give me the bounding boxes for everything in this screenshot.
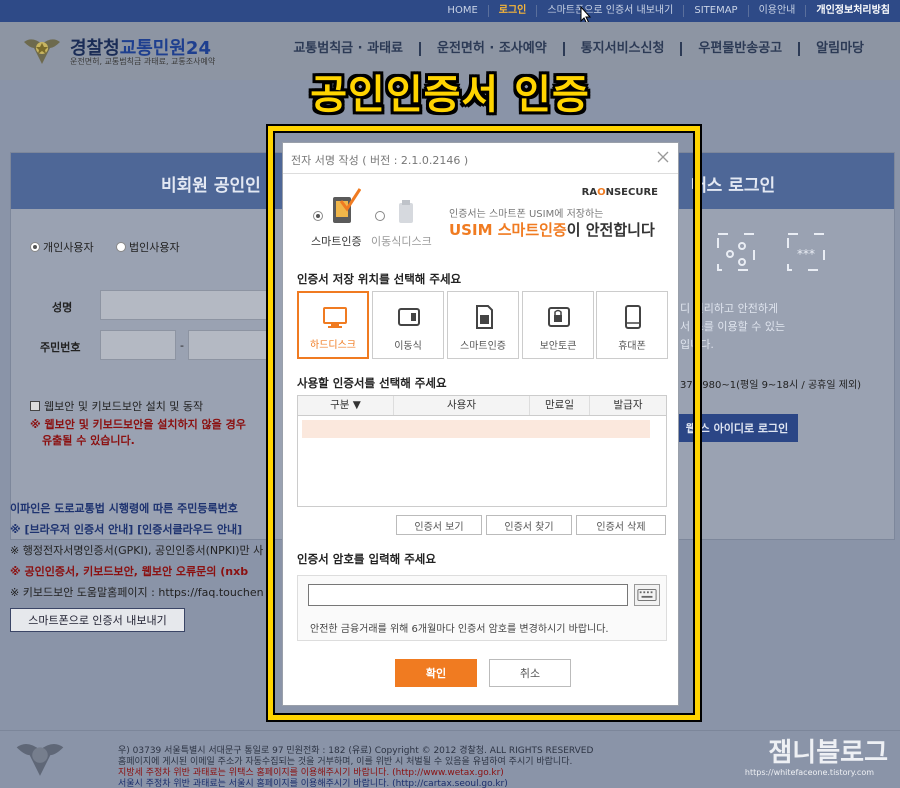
menu-license[interactable]: 운전면허 · 조사예약 [421, 42, 565, 56]
brand-part-b: NSECURE [605, 187, 658, 198]
col-issuer: 발급자 [613, 399, 643, 411]
cert-table-header: 구분 ▼ 사용자 만료일 발급자 [298, 396, 666, 416]
monitor-icon [323, 307, 347, 328]
top-link-guide[interactable]: 이용안내 [749, 5, 807, 17]
section-select-title: 사용할 인증서를 선택해 주세요 [297, 376, 447, 390]
top-link-login[interactable]: 로그인 [489, 5, 538, 17]
share-icon [717, 233, 755, 271]
top-link-home[interactable]: HOME [437, 5, 489, 17]
radio-smart-auth[interactable] [313, 211, 323, 221]
section-password-title: 인증서 암호를 입력해 주세요 [297, 552, 436, 566]
delete-cert-button[interactable]: 인증서 삭제 [576, 515, 666, 535]
export-to-phone-button[interactable]: 스마트폰으로 인증서 내보내기 [10, 608, 185, 632]
location-smart-auth-label: 스마트인증 [460, 341, 506, 352]
site-footer: 우) 03739 서울특별시 서대문구 통일로 97 민원전화 : 182 (유… [0, 730, 900, 788]
col-user: 사용자 [394, 396, 530, 415]
panel-title-right: 대스 로그인 [691, 176, 776, 196]
right-phone: 37 0980~1(평일 9~18시 / 공휴일 제외) [680, 380, 862, 391]
location-removable[interactable]: 이동식 [372, 291, 444, 359]
location-security-token-label: 보안토큰 [539, 341, 577, 352]
lock-token-icon [548, 307, 570, 327]
radio-removable-disk[interactable] [375, 211, 385, 221]
cert-table: 구분 ▼ 사용자 만료일 발급자 [297, 395, 667, 507]
menu-fines[interactable]: 교통범칙금 · 과태료 [277, 42, 422, 56]
cancel-button[interactable]: 취소 [489, 659, 571, 687]
footer-emblem-icon [16, 744, 64, 776]
cert-sign-dialog: 전자 서명 작성 ( 버전 : 2.1.0.2146 ) 스마트인증 이동식디스… [282, 142, 679, 706]
section-location-title: 인증서 저장 위치를 선택해 주세요 [297, 272, 462, 286]
mobile-phone-icon [625, 305, 641, 329]
raonsecure-logo: RAONSECURE [582, 187, 658, 198]
name-label: 성명 [52, 301, 73, 314]
top-utility-bar: HOME 로그인 스마트폰으로 인증서 내보내기 SITEMAP 이용안내 개인… [0, 0, 900, 22]
close-icon[interactable] [656, 150, 670, 164]
overlay-caption: 공인인증서 인증 [310, 72, 590, 118]
smart-auth-icon [333, 188, 361, 223]
location-smart-auth[interactable]: 스마트인증 [447, 291, 519, 359]
blog-watermark: 잼니블로그 [768, 738, 888, 768]
usb-icon [398, 308, 420, 326]
ad-line-2: USIM 스마트인증이 안전합니다 [449, 219, 655, 240]
ad-safe-text: 이 안전합니다 [566, 221, 655, 239]
rrn-label: 주민번호 [40, 341, 81, 354]
name-input[interactable] [100, 290, 270, 320]
ad-line-1: 인증서는 스마트폰 USIM에 저장하는 [449, 209, 604, 220]
footer-seoul-notice: 서울시 주정차 위반 과태료는 서울시 홈페이지를 이용해주시기 바랍니다. (… [118, 779, 508, 788]
option-removable-label[interactable]: 이동식디스크 [371, 233, 432, 249]
sim-card-icon [476, 305, 493, 329]
warning-line-1: ※ 웹보안 및 키보드보안을 설치하지 않을 경우 [30, 418, 246, 431]
dialog-title-divider [283, 173, 678, 174]
virtual-keyboard-icon[interactable] [634, 584, 660, 606]
top-links: HOME 로그인 스마트폰으로 인증서 내보내기 SITEMAP 이용안내 개인… [437, 0, 900, 22]
rrn-front-input[interactable] [100, 330, 176, 360]
menu-returned-mail[interactable]: 우편물반송공고 [682, 42, 801, 56]
pin-code-icon: *** [787, 233, 825, 271]
view-cert-button[interactable]: 인증서 보기 [396, 515, 482, 535]
blog-watermark-url: https://whitefaceone.tistory.com [744, 768, 874, 777]
panel-title-left: 비회원 공인인 [161, 176, 261, 196]
warning-line-2: 유출될 수 있습니다. [42, 434, 135, 447]
cert-password-input[interactable] [308, 584, 628, 606]
location-security-token[interactable]: 보안토큰 [522, 291, 594, 359]
location-removable-label: 이동식 [394, 341, 422, 352]
web-security-checkbox[interactable] [30, 401, 40, 411]
menu-notice[interactable]: 알림마당 [800, 42, 880, 56]
table-row[interactable] [302, 420, 650, 438]
web-security-label: 웹보안 및 키보드보안 설치 및 동작 [44, 400, 204, 413]
confirm-button[interactable]: 확인 [395, 659, 477, 687]
top-link-privacy[interactable]: 개인정보처리방침 [806, 5, 900, 17]
top-link-sitemap[interactable]: SITEMAP [684, 5, 749, 17]
password-note: 안전한 금융거래를 위해 6개월마다 인증서 암호를 변경하시기 바랍니다. [310, 624, 609, 635]
location-harddisk-label: 하드디스크 [310, 340, 356, 351]
radio-corporate-label: 법인사용자 [129, 241, 180, 254]
col-expiry: 만료일 [530, 396, 590, 415]
location-mobile-label: 휴대폰 [618, 341, 646, 352]
find-cert-button[interactable]: 인증서 찾기 [486, 515, 572, 535]
ad-usim-highlight: USIM 스마트인증 [449, 221, 567, 239]
dialog-title: 전자 서명 작성 ( 버전 : 2.1.0.2146 ) [291, 154, 469, 167]
radio-personal[interactable] [30, 242, 40, 252]
location-harddisk[interactable]: 하드디스크 [297, 291, 369, 359]
brand-part-o: O [597, 187, 606, 198]
radio-corporate[interactable] [116, 242, 126, 252]
brand-part-a: RA [581, 187, 598, 198]
notice-line-2[interactable]: ※ [브라우저 인증서 안내] [인증서클라우드 안내] [10, 521, 242, 537]
notice-line-5[interactable]: ※ 키보드보안 도움말홈페이지 : https://faq.touchen [10, 584, 264, 600]
notice-line-1: 이파인은 도로교통법 시행령에 따른 주민등록번호 [10, 502, 238, 515]
rrn-back-input[interactable] [188, 330, 270, 360]
rrn-dash: - [180, 339, 184, 352]
password-box: 안전한 금융거래를 위해 6개월마다 인증서 암호를 변경하시기 바랍니다. [297, 575, 667, 641]
location-mobile[interactable]: 휴대폰 [596, 291, 668, 359]
svg-text:***: *** [797, 247, 815, 261]
option-smart-auth-label[interactable]: 스마트인증 [311, 233, 362, 249]
top-link-export-cert[interactable]: 스마트폰으로 인증서 내보내기 [537, 5, 685, 17]
notice-line-4: ※ 공인인증서, 키보드보안, 웹보안 오류문의 (nxb [10, 565, 249, 578]
notice-line-3: ※ 행정전자서명인증서(GPKI), 공인인증서(NPKI)만 사 [10, 544, 264, 557]
col-type[interactable]: 구분 ▼ [298, 396, 394, 415]
radio-personal-label: 개인사용자 [43, 241, 94, 254]
main-menu: 교통범칙금 · 과태료 운전면허 · 조사예약 통지서비스신청 우편물반송공고 … [277, 42, 880, 56]
usb-drive-icon [399, 200, 413, 223]
menu-notify[interactable]: 통지서비스신청 [565, 42, 683, 56]
